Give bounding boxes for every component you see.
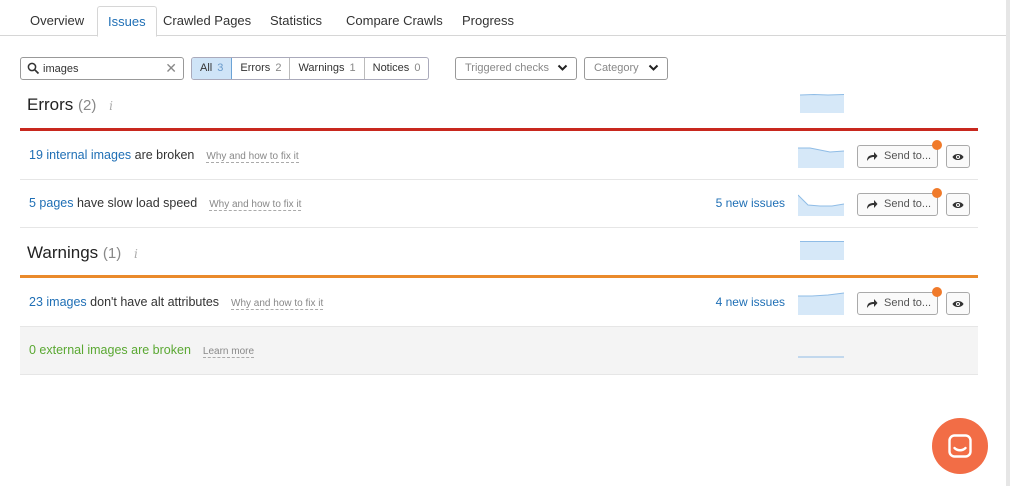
page-scrollbar[interactable] (1006, 0, 1010, 486)
tab-overview[interactable]: Overview (20, 6, 94, 36)
issue-text: 23 images don't have alt attributes Why a… (29, 295, 324, 310)
passed-check-text: 0 external images are broken (29, 343, 191, 357)
errors-trend-sparkline (800, 93, 844, 113)
issue-type-filter: All 3 Errors 2 Warnings 1 Notices 0 (191, 57, 430, 80)
eye-icon (952, 154, 964, 160)
tab-issues[interactable]: Issues (97, 6, 157, 37)
help-link[interactable]: Why and how to fix it (231, 298, 324, 310)
notification-dot (932, 287, 942, 297)
send-to-button[interactable]: Send to... (857, 140, 942, 168)
issue-trend-sparkline (798, 356, 844, 358)
issue-row: 5 pages have slow load speed Why and how … (20, 180, 978, 228)
triggered-checks-label: Triggered checks (465, 62, 549, 74)
info-icon[interactable]: i (109, 99, 113, 113)
tab-crawled-pages[interactable]: Crawled Pages (153, 6, 261, 36)
clear-icon[interactable]: ✕ (165, 60, 177, 77)
view-button[interactable] (946, 193, 970, 216)
learn-more-link[interactable]: Learn more (202, 346, 255, 358)
issue-trend-sparkline (798, 194, 844, 216)
errors-divider (20, 128, 978, 131)
tab-progress[interactable]: Progress (452, 6, 524, 36)
errors-title-text: Errors (27, 95, 74, 114)
share-arrow-icon (867, 299, 878, 308)
issue-link[interactable]: 19 internal images (29, 148, 131, 162)
send-to-label: Send to... (884, 297, 932, 309)
tab-bar: Overview Issues Crawled Pages Statistics… (0, 0, 1006, 37)
issue-text: 0 external images are broken Learn more (29, 343, 255, 358)
search-box[interactable]: ✕ (20, 57, 184, 80)
issue-row: 19 internal images are broken Why and how… (20, 132, 978, 180)
filter-errors-button[interactable]: Errors 2 (232, 58, 291, 79)
issue-trend-sparkline (798, 292, 844, 315)
chat-icon (948, 434, 972, 458)
tab-statistics[interactable]: Statistics (260, 6, 332, 36)
issue-row: 23 images don't have alt attributes Why a… (20, 279, 978, 327)
chevron-down-icon (648, 64, 659, 71)
search-icon (27, 62, 40, 75)
new-issues-link[interactable]: 5 new issues (716, 196, 785, 210)
notification-dot (932, 140, 942, 150)
filter-warnings-button[interactable]: Warnings 1 (290, 58, 365, 79)
send-to-button[interactable]: Send to... (857, 188, 942, 216)
issue-text: 19 internal images are broken Why and how… (29, 148, 299, 163)
errors-count: (2) (78, 97, 97, 114)
chat-launcher-button[interactable] (932, 418, 988, 474)
errors-section-title: Errors (2) i (27, 95, 113, 115)
send-to-button[interactable]: Send to... (857, 287, 942, 315)
view-button[interactable] (946, 292, 970, 315)
send-to-label: Send to... (884, 150, 932, 162)
warnings-divider (20, 275, 978, 278)
eye-icon (952, 301, 964, 307)
warnings-count: (1) (102, 245, 122, 262)
issue-text: 5 pages have slow load speed Why and how … (29, 196, 302, 211)
issue-description: are broken (131, 148, 195, 162)
category-label: Category (594, 62, 639, 74)
warnings-trend-sparkline (800, 241, 844, 260)
help-link[interactable]: Why and how to fix it (206, 151, 299, 163)
warnings-title-text: Warnings (27, 243, 99, 262)
filter-notices-button[interactable]: Notices 0 (365, 58, 429, 79)
issue-link[interactable]: 5 pages (29, 196, 73, 210)
send-to-label: Send to... (884, 198, 932, 210)
help-link[interactable]: Why and how to fix it (209, 199, 302, 211)
share-arrow-icon (867, 200, 878, 209)
search-input[interactable] (43, 60, 161, 77)
notification-dot (932, 188, 942, 198)
passed-check-row: 0 external images are broken Learn more (20, 327, 978, 375)
chevron-down-icon (557, 64, 568, 71)
view-button[interactable] (946, 145, 970, 168)
issue-trend-sparkline (798, 147, 844, 168)
warnings-section-title: Warnings (1) i (27, 243, 138, 263)
issue-description: have slow load speed (73, 196, 198, 210)
issue-description: don't have alt attributes (86, 295, 220, 309)
category-dropdown[interactable]: Category (584, 57, 668, 80)
filter-all-button[interactable]: All 3 (192, 58, 233, 79)
share-arrow-icon (867, 152, 878, 161)
triggered-checks-dropdown[interactable]: Triggered checks (455, 57, 577, 80)
info-icon[interactable]: i (134, 247, 138, 261)
new-issues-link[interactable]: 4 new issues (716, 295, 785, 309)
issue-link[interactable]: 23 images (29, 295, 87, 309)
tab-compare-crawls[interactable]: Compare Crawls (336, 6, 453, 36)
eye-icon (952, 202, 964, 208)
